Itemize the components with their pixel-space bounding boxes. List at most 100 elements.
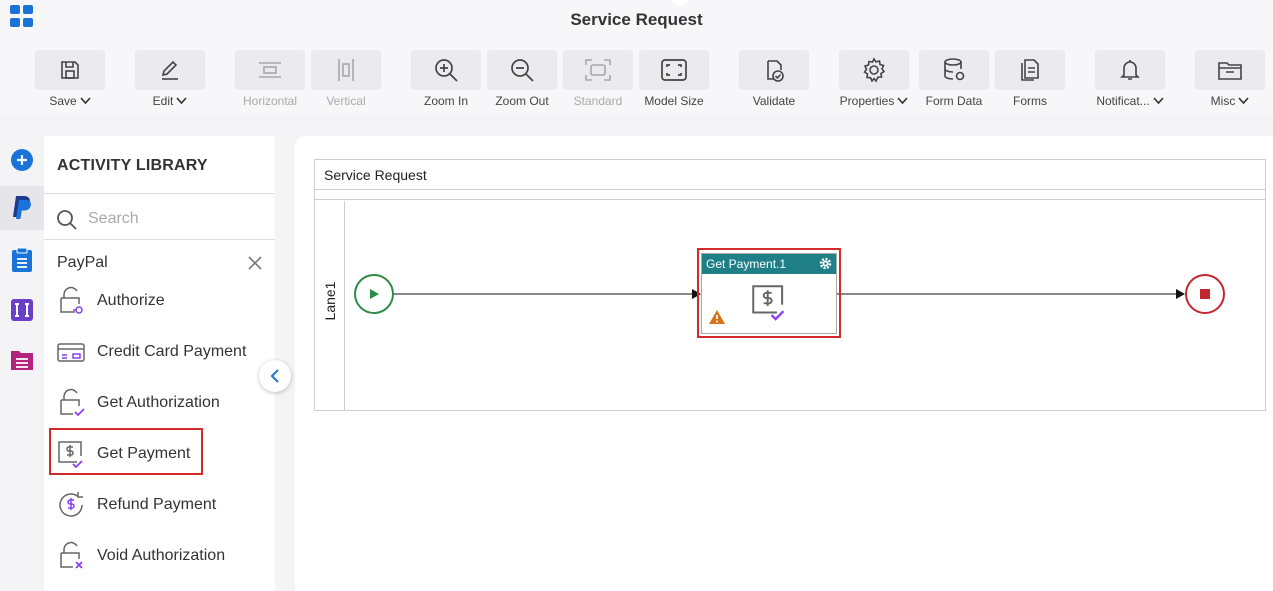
rail-columns[interactable]: [0, 288, 44, 332]
add-activity-button[interactable]: [0, 138, 44, 182]
library-item-label: Credit Card Payment: [97, 343, 247, 360]
pool-spacer: [315, 190, 1265, 200]
divider: [44, 239, 275, 240]
save-button[interactable]: Save: [35, 50, 105, 108]
rail-clipboard[interactable]: [0, 238, 44, 282]
library-item-get-authorization[interactable]: Get Authorization: [44, 383, 275, 423]
bell-icon: [1120, 60, 1140, 80]
end-event[interactable]: [1185, 274, 1225, 314]
pencil-icon: [161, 60, 178, 80]
standard-size-icon: [585, 59, 611, 81]
rail-paypal[interactable]: [0, 186, 44, 230]
library-item-credit-card-payment[interactable]: Credit Card Payment: [44, 332, 275, 372]
play-icon: [370, 289, 379, 299]
task-get-payment[interactable]: Get Payment.1: [701, 253, 837, 334]
chevron-down-icon: [176, 97, 187, 105]
library-item-authorize[interactable]: Authorize: [44, 281, 275, 321]
forms-icon: [1021, 59, 1039, 81]
title-bar: Service Request: [0, 0, 1273, 40]
notifications-button[interactable]: Notificat...: [1095, 50, 1165, 108]
library-item-label: Refund Payment: [97, 496, 217, 513]
lock-check-icon: [60, 388, 85, 417]
save-icon: [61, 61, 79, 79]
notifications-label: Notificat...: [1096, 94, 1150, 108]
highlight-box: [49, 428, 203, 475]
validate-button[interactable]: Validate: [739, 50, 809, 108]
collapse-library-button[interactable]: [259, 360, 291, 392]
forms-label: Forms: [1013, 94, 1047, 108]
refund-icon: [59, 492, 83, 517]
left-rail: [0, 136, 44, 591]
close-icon[interactable]: [248, 256, 262, 270]
form-data-label: Form Data: [925, 94, 983, 108]
search-input[interactable]: [88, 205, 268, 233]
task-name: Get Payment.1: [706, 257, 787, 271]
gear-icon[interactable]: [819, 257, 832, 270]
activity-library: ACTIVITY LIBRARY PayPal Authorize Credit…: [44, 136, 275, 591]
category-title: PayPal: [57, 254, 108, 271]
chevron-down-icon: [1153, 97, 1164, 105]
fit-screen-icon: [661, 59, 687, 81]
clipboard-icon: [12, 247, 32, 272]
lock-x-icon: [60, 541, 83, 569]
library-item-label: Void Authorization: [97, 547, 226, 564]
save-label: Save: [49, 94, 77, 108]
library-item-void-authorization[interactable]: Void Authorization: [44, 536, 275, 576]
lane-label: Lane1: [322, 281, 338, 321]
folder-icon: [1218, 62, 1242, 80]
toolbar: Save Edit Horizontal Vertical Zoom In Zo…: [0, 40, 1273, 114]
standard-label: Standard: [573, 94, 623, 108]
vertical-label: Vertical: [326, 94, 366, 108]
stop-icon: [1200, 289, 1210, 299]
chevron-down-icon: [80, 97, 91, 105]
edit-label: Edit: [152, 94, 174, 108]
properties-label: Properties: [839, 94, 895, 108]
vertical-layout-icon: [338, 59, 354, 81]
library-item-label: Get Authorization: [97, 394, 220, 411]
page-title: Service Request: [570, 10, 703, 29]
edit-button[interactable]: Edit: [135, 50, 205, 108]
model-size-label: Model Size: [644, 94, 704, 108]
library-title: ACTIVITY LIBRARY: [57, 157, 208, 174]
properties-button[interactable]: Properties: [839, 50, 909, 108]
start-event[interactable]: [354, 274, 394, 314]
pool-header: Service Request: [315, 160, 1265, 190]
task-header: Get Payment.1: [702, 254, 836, 274]
lane-header[interactable]: Lane1: [315, 201, 345, 410]
horizontal-layout-icon: [259, 62, 281, 78]
vertical-button[interactable]: Vertical: [311, 50, 381, 108]
zoom-out-button[interactable]: Zoom Out: [487, 50, 557, 108]
dollar-check-icon: [752, 285, 785, 321]
search-icon: [57, 210, 77, 230]
warning-icon[interactable]: [708, 309, 726, 325]
columns-icon: [11, 299, 33, 321]
plus-circle-icon: [11, 149, 33, 171]
rail-document[interactable]: [0, 338, 44, 382]
misc-label: Misc: [1210, 94, 1236, 108]
chevron-left-icon: [270, 369, 279, 383]
gear-icon: [863, 57, 886, 83]
zoom-in-label: Zoom In: [423, 94, 468, 108]
model-size-button[interactable]: Model Size: [639, 50, 709, 108]
form-data-button[interactable]: Form Data: [919, 50, 989, 108]
zoom-in-button[interactable]: Zoom In: [411, 50, 481, 108]
chevron-down-icon: [897, 97, 908, 105]
forms-button[interactable]: Forms: [995, 50, 1065, 108]
standard-button[interactable]: Standard: [563, 50, 633, 108]
title-notch: [672, 0, 688, 6]
validate-icon: [767, 60, 784, 82]
misc-button[interactable]: Misc: [1195, 50, 1265, 108]
pool-title: Service Request: [324, 167, 427, 183]
lock-key-icon: [60, 286, 83, 314]
horizontal-label: Horizontal: [242, 94, 298, 108]
process-canvas[interactable]: Service Request Lane1 Get Payment.1: [295, 136, 1273, 591]
horizontal-button[interactable]: Horizontal: [235, 50, 305, 108]
document-icon: [11, 351, 33, 370]
credit-card-icon: [57, 343, 85, 362]
library-item-refund-payment[interactable]: Refund Payment: [44, 485, 275, 525]
zoom-out-label: Zoom Out: [495, 94, 549, 108]
validate-label: Validate: [752, 94, 796, 108]
chevron-down-icon: [1238, 97, 1249, 105]
paypal-icon: [13, 196, 31, 219]
zoom-in-icon: [435, 59, 458, 82]
